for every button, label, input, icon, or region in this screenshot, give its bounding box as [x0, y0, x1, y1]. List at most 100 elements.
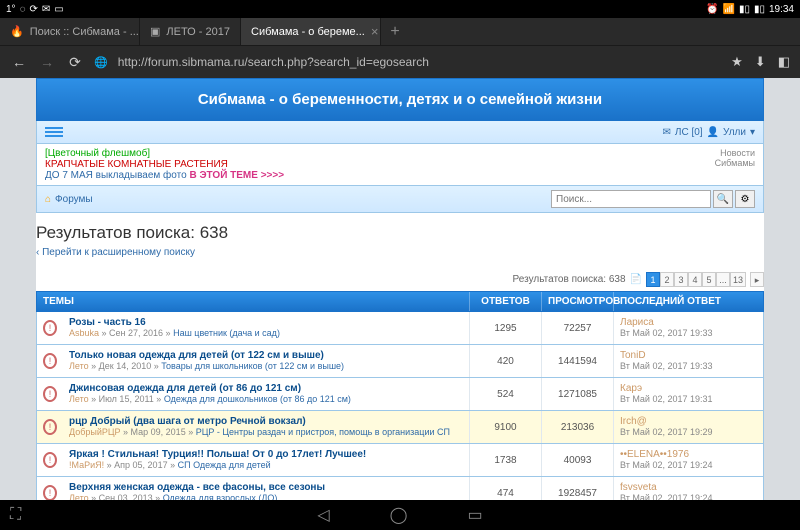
favicon: ▣ — [150, 25, 160, 38]
topic-title[interactable]: Верхняя женская одежда - все фасоны, все… — [69, 482, 463, 493]
th-views: ПРОСМОТРОВ — [541, 292, 613, 311]
hamburger-icon[interactable] — [45, 125, 63, 139]
recent-button[interactable]: ▭ — [468, 505, 483, 525]
author-link[interactable]: ДобрыйРЦР — [69, 427, 121, 437]
user-link[interactable]: Улли — [723, 127, 746, 138]
download-button[interactable]: ⬇ — [755, 54, 766, 70]
table-row: !рцр Добрый (два шага от метро Речной во… — [36, 411, 764, 444]
forum-link[interactable]: Одежда для взрослых (ДО) — [163, 493, 278, 500]
envelope-icon: ✉ — [662, 127, 670, 138]
tab-strip: 🔥 Поиск :: Сибмама - ... ▣ ЛЕТО - 2017 Сиб… — [0, 18, 800, 46]
close-icon[interactable]: × — [371, 24, 379, 39]
tab-2[interactable]: ▣ ЛЕТО - 2017 — [140, 18, 241, 45]
topic-icon: ! — [43, 386, 57, 402]
tab-1[interactable]: 🔥 Поиск :: Сибмама - ... — [0, 18, 140, 45]
page-2[interactable]: 2 — [660, 272, 674, 287]
author-link[interactable]: Лето — [69, 493, 89, 500]
tab-3[interactable]: Сибмама - о береме...× — [241, 18, 381, 45]
tab-label: Поиск :: Сибмама - ... — [30, 26, 139, 38]
views-cell: 213036 — [541, 411, 613, 443]
author-link[interactable]: Лето — [69, 394, 89, 404]
views-cell: 72257 — [541, 312, 613, 344]
table-row: !Верхняя женская одежда - все фасоны, вс… — [36, 477, 764, 500]
page-...[interactable]: ... — [716, 272, 730, 287]
lc-link[interactable]: ЛС [0] — [675, 127, 703, 138]
author-link[interactable]: !МаРиЯ! — [69, 460, 104, 470]
favicon: 🔥 — [10, 25, 24, 38]
table-row: ! Джинсовая одежда для детей (от 86 до 12… — [36, 378, 764, 411]
forum-link[interactable]: Одежда для дошкольников (от 86 до 121 см… — [164, 394, 351, 404]
topic-icon: ! — [43, 353, 57, 369]
fullscreen-button[interactable]: ⛶ — [10, 506, 21, 524]
home-button[interactable]: ◯ — [390, 505, 408, 525]
author-link[interactable]: Asbuka — [69, 328, 99, 338]
topic-title[interactable]: Яркая ! Стильная! Турция!! Польша! От 0 … — [69, 449, 463, 460]
topic-title[interactable]: Только новая одежда для детей (от 122 см… — [69, 350, 463, 361]
views-cell: 1271085 — [541, 378, 613, 410]
replies-cell: 9100 — [469, 411, 541, 443]
page-5[interactable]: 5 — [702, 272, 716, 287]
gear-button[interactable]: ⚙ — [735, 190, 755, 208]
replies-cell: 420 — [469, 345, 541, 377]
home-icon: ⌂ — [45, 194, 51, 205]
last-time: Вт Май 02, 2017 19:33 — [620, 328, 713, 338]
forum-link[interactable]: СП Одежда для детей — [178, 460, 271, 470]
back-button[interactable]: ← — [10, 54, 28, 70]
url-bar: ← → ⟳ 🌐 http://forum.sibmama.ru/search.p… — [0, 46, 800, 78]
forward-button[interactable]: → — [38, 54, 56, 70]
whatsapp-icon: ◌ — [20, 4, 26, 15]
tab-label: ЛЕТО - 2017 — [166, 26, 230, 38]
table-header: ТЕМЫ ОТВЕТОВ ПРОСМОТРОВ ПОСЛЕДНИЙ ОТВЕТ — [36, 291, 764, 312]
page-13[interactable]: 13 — [730, 272, 746, 287]
last-time: Вт Май 02, 2017 19:24 — [620, 460, 713, 470]
page-1[interactable]: 1 — [646, 272, 660, 287]
pager: Результатов поиска: 638 📄 12345...13 ▸ — [36, 268, 764, 291]
news-line1[interactable]: [Цветочный флешмоб] — [45, 148, 284, 159]
search-button[interactable]: 🔍 — [713, 190, 733, 208]
temp: 1° — [6, 4, 16, 15]
news-link[interactable]: В ЭТОЙ ТЕМЕ >>>> — [189, 170, 284, 181]
reload-button[interactable]: ⟳ — [66, 54, 84, 71]
site-toolbar: ✉ ЛС [0] 👤 Улли ▾ — [36, 121, 764, 144]
globe-icon: 🌐 — [94, 56, 108, 69]
last-user-link[interactable]: ••ELENA••1976 — [620, 449, 689, 460]
author-link[interactable]: Лето — [69, 361, 89, 371]
forum-link[interactable]: Наш цветник (дача и сад) — [173, 328, 280, 338]
forums-link[interactable]: Форумы — [55, 194, 93, 205]
th-last: ПОСЛЕДНИЙ ОТВЕТ — [613, 292, 763, 311]
chevron-down-icon[interactable]: ▾ — [750, 127, 755, 138]
views-cell: 1441594 — [541, 345, 613, 377]
topic-title[interactable]: рцр Добрый (два шага от метро Речной вок… — [69, 416, 463, 427]
pager-icon[interactable]: 📄 — [630, 274, 642, 285]
news-block: [Цветочный флешмоб] КРАПЧАТЫЕ КОМНАТНЫЕ … — [36, 144, 764, 186]
last-user-link[interactable]: Лариса — [620, 317, 654, 328]
news-line2: КРАПЧАТЫЕ КОМНАТНЫЕ РАСТЕНИЯ — [45, 159, 284, 170]
forum-link[interactable]: РЦР - Центры раздач и пристроя, помощь в… — [196, 427, 450, 437]
replies-cell: 474 — [469, 477, 541, 500]
replies-cell: 524 — [469, 378, 541, 410]
last-user-link[interactable]: ToniD — [620, 350, 646, 361]
views-cell: 40093 — [541, 444, 613, 476]
last-user-link[interactable]: Карэ — [620, 383, 642, 394]
topic-title[interactable]: Розы - часть 16 — [69, 317, 463, 328]
topic-title[interactable]: Джинсовая одежда для детей (от 86 до 121… — [69, 383, 463, 394]
signal-icon: ▮▯ — [739, 4, 750, 15]
topic-icon: ! — [43, 452, 57, 468]
advanced-search-link[interactable]: ‹ Перейти к расширенному поиску — [36, 247, 764, 268]
page-4[interactable]: 4 — [688, 272, 702, 287]
th-replies: ОТВЕТОВ — [469, 292, 541, 311]
next-page-button[interactable]: ▸ — [750, 272, 764, 287]
bookmark-button[interactable]: ◧ — [778, 54, 790, 70]
back-button[interactable]: ◁ — [317, 505, 329, 525]
last-user-link[interactable]: fsvsveta — [620, 482, 657, 493]
forum-link[interactable]: Товары для школьников (от 122 см и выше) — [161, 361, 344, 371]
search-input[interactable] — [551, 190, 711, 208]
last-user-link[interactable]: Irch@ — [620, 416, 647, 427]
new-tab-button[interactable]: + — [381, 18, 409, 45]
th-topics: ТЕМЫ — [37, 292, 469, 311]
star-button[interactable]: ★ — [731, 54, 743, 70]
page-3[interactable]: 3 — [674, 272, 688, 287]
forum-navbar: ⌂ Форумы 🔍 ⚙ — [36, 186, 764, 213]
url-input[interactable]: http://forum.sibmama.ru/search.php?searc… — [118, 55, 721, 69]
flag-icon: ▭ — [54, 4, 63, 15]
